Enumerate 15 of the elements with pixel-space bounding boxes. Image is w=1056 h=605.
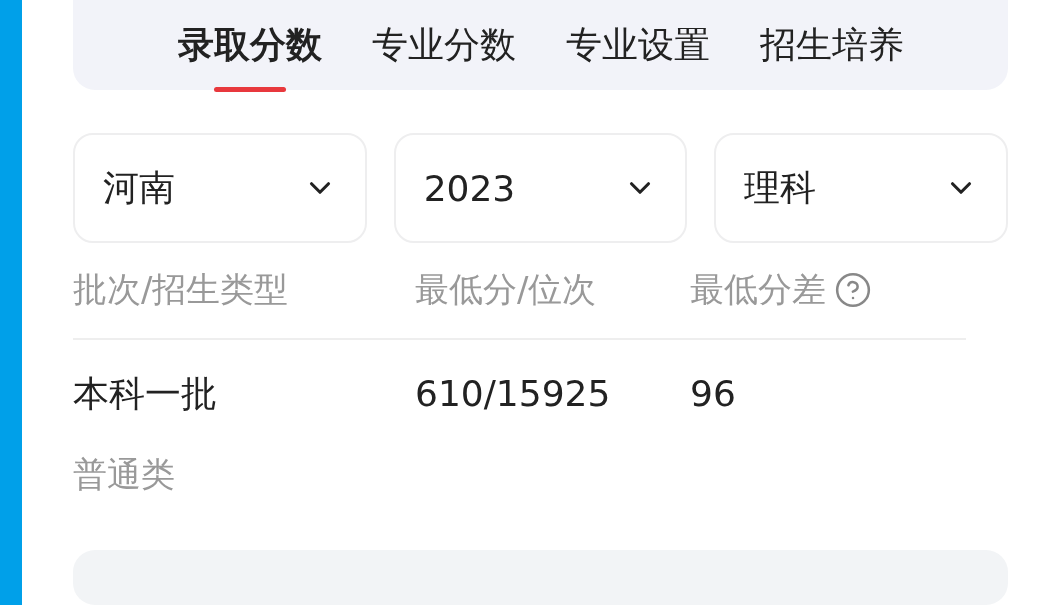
table-cell: 96	[690, 372, 736, 414]
tab[interactable]: 录取分数	[177, 0, 322, 90]
table-cell-text: 普通类	[73, 452, 176, 496]
dropdown[interactable]: 河南	[73, 133, 367, 243]
column-header: 批次/招生类型	[73, 268, 290, 312]
tab[interactable]: 招生培养	[759, 0, 904, 90]
tab[interactable]: 专业分数	[371, 0, 516, 90]
column-header: 最低分/位次	[415, 268, 598, 312]
table-cell: 610/15925	[415, 372, 611, 414]
help-icon[interactable]	[834, 271, 872, 310]
dropdown[interactable]: 2023	[393, 133, 688, 243]
table-cell: 本科一批	[73, 372, 217, 414]
column-header: 最低分差	[690, 268, 826, 312]
dropdown[interactable]: 理科	[714, 133, 1008, 243]
tab[interactable]: 专业设置	[565, 0, 710, 90]
